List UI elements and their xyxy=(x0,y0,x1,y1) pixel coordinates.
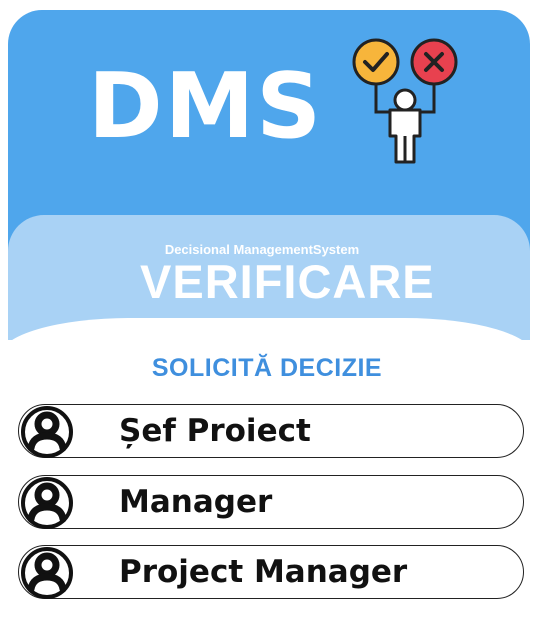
section-title: SOLICITĂ DECIZIE xyxy=(151,354,383,382)
role-button-manager[interactable]: Manager xyxy=(18,475,524,529)
role-label: Manager xyxy=(119,484,273,520)
role-button-sef-proiect[interactable]: Șef Proiect xyxy=(18,404,524,458)
user-icon xyxy=(21,477,73,529)
role-label: Project Manager xyxy=(119,554,408,590)
role-label: Șef Proiect xyxy=(119,413,311,449)
person-holding-check-and-x-icon xyxy=(352,38,458,164)
app-logo-text: DMS xyxy=(88,54,324,159)
user-icon xyxy=(21,547,73,599)
mode-title: VERIFICARE xyxy=(140,255,435,308)
user-icon xyxy=(21,406,73,458)
role-button-project-manager[interactable]: Project Manager xyxy=(18,545,524,599)
